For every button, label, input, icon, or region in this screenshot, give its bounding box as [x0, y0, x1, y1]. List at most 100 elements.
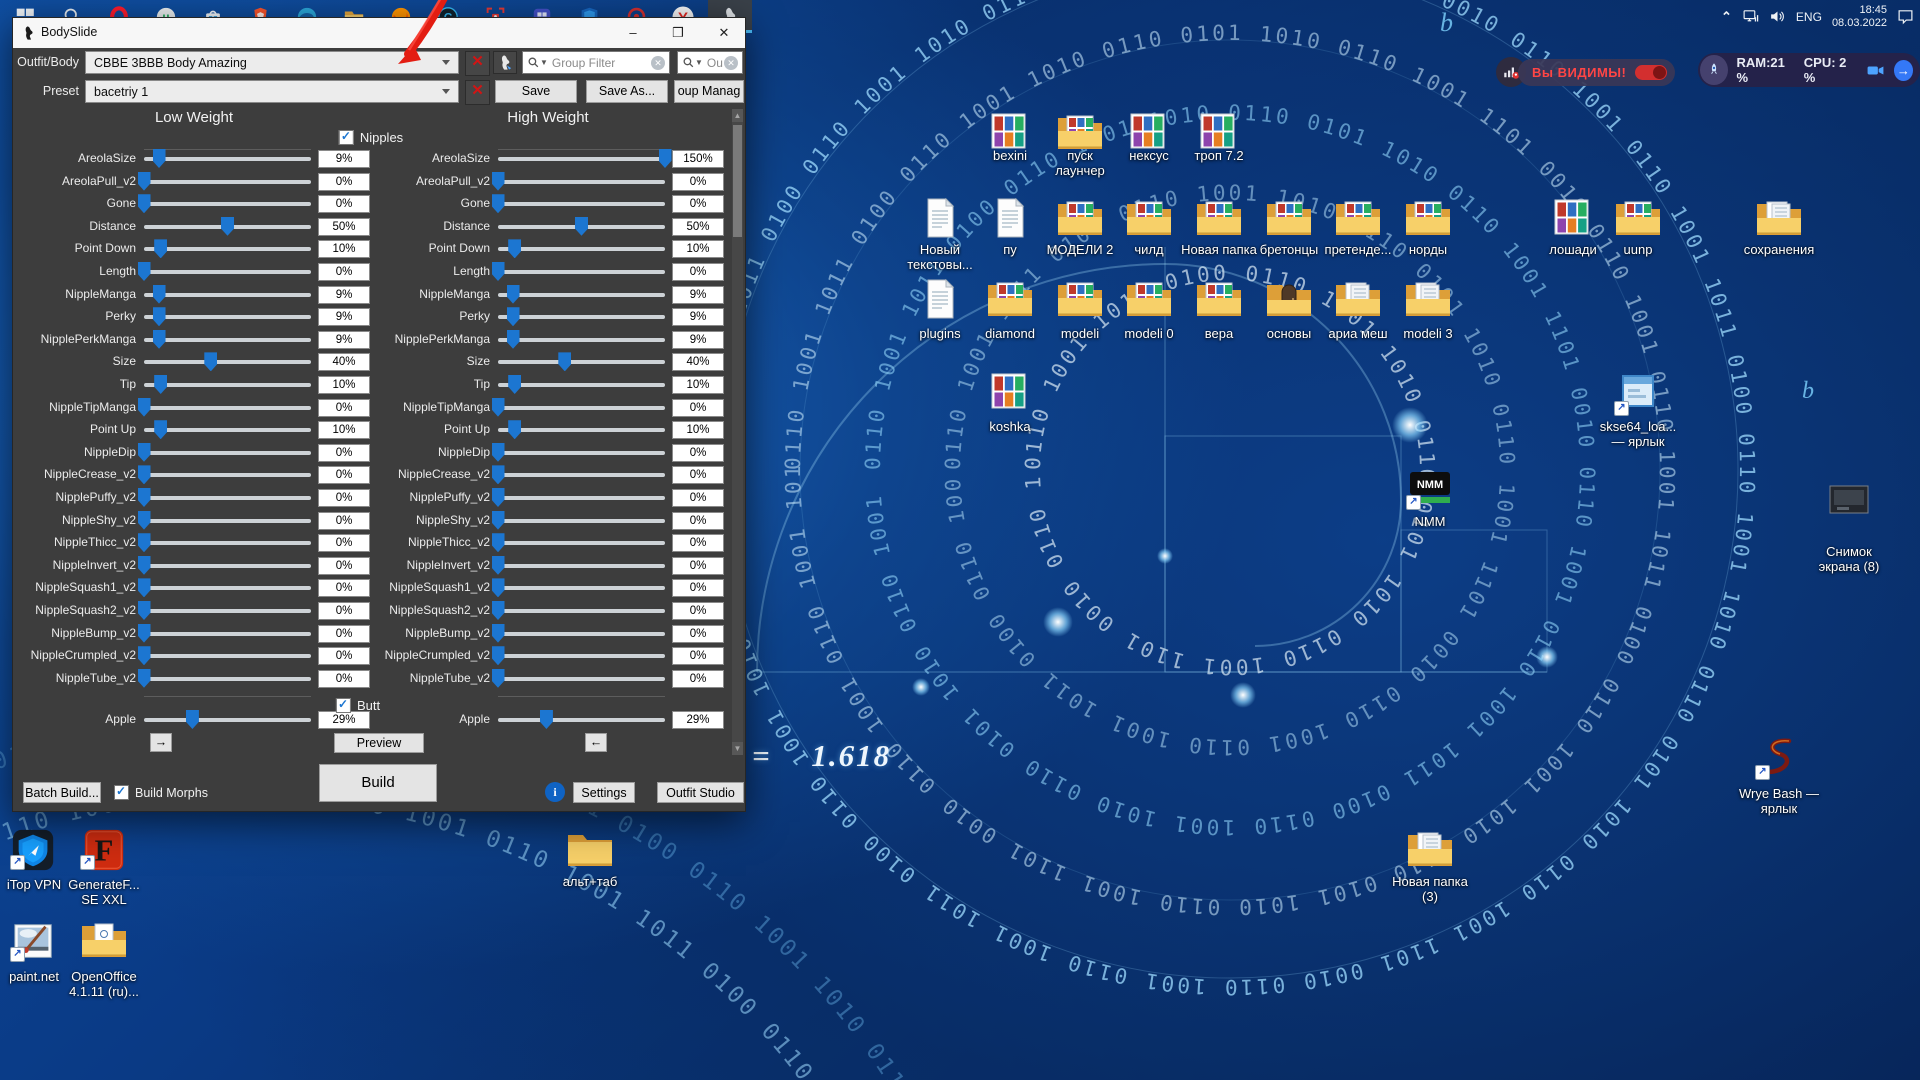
scrollbar-thumb[interactable] [733, 125, 742, 237]
slider-thumb-nipplemanga-low[interactable] [153, 285, 166, 304]
preview-button[interactable]: Preview [334, 733, 424, 753]
slider-thumb-nipplesquash1_v2-low[interactable] [138, 578, 151, 597]
slider-value-nipplebump_v2-low[interactable]: 0% [318, 625, 370, 643]
slider-value-nipplecrease_v2-low[interactable]: 0% [318, 466, 370, 484]
slider-track-apple-high[interactable] [498, 718, 665, 722]
slider-track-nippleperkmanga-high[interactable] [498, 338, 665, 342]
desktop-icon-trop-72[interactable]: троп 7.2 [1177, 112, 1261, 165]
desktop-icon-koshka[interactable]: koshka [968, 372, 1052, 436]
slider-thumb-nipplethicc_v2-low[interactable] [138, 533, 151, 552]
slider-value-areolapull_v2-high[interactable]: 0% [672, 173, 724, 191]
slider-thumb-apple-high[interactable] [540, 710, 553, 729]
slider-thumb-nippledip-high[interactable] [492, 443, 505, 462]
desktop-icon-alt-tab[interactable]: альт+таб [548, 829, 632, 891]
slider-track-gone-high[interactable] [498, 202, 665, 206]
slider-thumb-nipplesquash2_v2-high[interactable] [492, 601, 505, 620]
slider-value-point-up-low[interactable]: 10% [318, 421, 370, 439]
slider-track-nipplesquash2_v2-low[interactable] [144, 609, 311, 613]
desktop-icon-uunp[interactable]: uunp [1596, 198, 1680, 259]
slider-thumb-areolasize-high[interactable] [659, 149, 672, 168]
slider-thumb-nipplepuffy_v2-high[interactable] [492, 488, 505, 507]
slider-track-nippleshy_v2-high[interactable] [498, 519, 665, 523]
slider-value-nipplemanga-high[interactable]: 9% [672, 286, 724, 304]
desktop-icon-screenshot-8[interactable]: Снимокэкрана (8) [1807, 482, 1891, 576]
slider-track-nipplethicc_v2-low[interactable] [144, 541, 311, 545]
slider-track-nippletube_v2-low[interactable] [144, 677, 311, 681]
slider-thumb-nipplecrease_v2-high[interactable] [492, 465, 505, 484]
settings-button[interactable]: Settings [573, 782, 635, 803]
slider-thumb-nipplecrease_v2-low[interactable] [138, 465, 151, 484]
desktop-icon-novaya-papka-3[interactable]: Новая папка(3) [1388, 829, 1472, 906]
overlay-expand-arrow[interactable]: → [1894, 60, 1913, 81]
slider-value-perky-low[interactable]: 9% [318, 308, 370, 326]
scroll-up-icon[interactable]: ▲ [732, 109, 743, 122]
slider-thumb-apple-low[interactable] [186, 710, 199, 729]
slider-value-areolapull_v2-low[interactable]: 0% [318, 173, 370, 191]
checkbox-checked-icon[interactable] [336, 698, 351, 713]
slider-track-nipplecrumpled_v2-high[interactable] [498, 654, 665, 658]
slider-thumb-areolapull_v2-high[interactable] [492, 172, 505, 191]
slider-track-perky-high[interactable] [498, 315, 665, 319]
slider-track-nipplebump_v2-high[interactable] [498, 632, 665, 636]
slider-track-size-high[interactable] [498, 360, 665, 364]
slider-value-nipplebump_v2-high[interactable]: 0% [672, 625, 724, 643]
desktop-icon-sohraneniya[interactable]: сохранения [1737, 198, 1821, 259]
slider-value-nipplecrease_v2-high[interactable]: 0% [672, 466, 724, 484]
slider-track-nippleperkmanga-low[interactable] [144, 338, 311, 342]
slider-track-areolasize-low[interactable] [144, 157, 311, 161]
slider-track-nipplecrease_v2-low[interactable] [144, 473, 311, 477]
scroll-down-icon[interactable]: ▼ [732, 742, 743, 755]
slider-track-areolasize-high[interactable] [498, 157, 665, 161]
slider-track-point-up-high[interactable] [498, 428, 665, 432]
slider-value-nippleshy_v2-high[interactable]: 0% [672, 512, 724, 530]
slider-track-nippledip-low[interactable] [144, 451, 311, 455]
slider-thumb-nippleshy_v2-high[interactable] [492, 511, 505, 530]
slider-track-nipplepuffy_v2-low[interactable] [144, 496, 311, 500]
slider-thumb-perky-low[interactable] [153, 307, 166, 326]
slider-value-size-high[interactable]: 40% [672, 353, 724, 371]
slider-value-apple-low[interactable]: 29% [318, 711, 370, 729]
slider-value-nipplesquash1_v2-low[interactable]: 0% [318, 579, 370, 597]
slider-thumb-perky-high[interactable] [507, 307, 520, 326]
slider-thumb-nippletube_v2-low[interactable] [138, 669, 151, 688]
slider-thumb-distance-high[interactable] [575, 217, 588, 236]
slider-track-nippletipmanga-high[interactable] [498, 406, 665, 410]
slider-track-perky-low[interactable] [144, 315, 311, 319]
slider-track-areolapull_v2-low[interactable] [144, 180, 311, 184]
slider-thumb-tip-high[interactable] [508, 375, 521, 394]
slider-track-nippletube_v2-high[interactable] [498, 677, 665, 681]
slider-track-nipplecrease_v2-high[interactable] [498, 473, 665, 477]
slider-thumb-nippletube_v2-high[interactable] [492, 669, 505, 688]
slider-track-tip-high[interactable] [498, 383, 665, 387]
slider-value-size-low[interactable]: 40% [318, 353, 370, 371]
slider-thumb-point-down-low[interactable] [154, 239, 167, 258]
slider-thumb-nippletipmanga-high[interactable] [492, 398, 505, 417]
slider-track-nipplethicc_v2-high[interactable] [498, 541, 665, 545]
desktop-icon-skse64-shortcut[interactable]: ↗skse64_loa...— ярлык [1596, 374, 1680, 451]
build-morphs-checkbox[interactable]: Build Morphs [114, 785, 208, 800]
slider-track-nippleinvert_v2-high[interactable] [498, 564, 665, 568]
slider-value-nipplecrumpled_v2-low[interactable]: 0% [318, 647, 370, 665]
slider-value-nippledip-high[interactable]: 0% [672, 444, 724, 462]
slider-thumb-length-low[interactable] [138, 262, 151, 281]
slider-track-nipplepuffy_v2-high[interactable] [498, 496, 665, 500]
slider-track-nippleinvert_v2-low[interactable] [144, 564, 311, 568]
slider-thumb-nippleperkmanga-high[interactable] [507, 330, 520, 349]
slider-value-nippleinvert_v2-low[interactable]: 0% [318, 557, 370, 575]
slider-track-point-down-high[interactable] [498, 247, 665, 251]
slider-value-point-down-low[interactable]: 10% [318, 240, 370, 258]
slider-track-nipplemanga-high[interactable] [498, 293, 665, 297]
slider-track-nipplesquash2_v2-high[interactable] [498, 609, 665, 613]
slider-thumb-nippleinvert_v2-low[interactable] [138, 556, 151, 575]
checkbox-checked-icon[interactable] [114, 785, 129, 800]
slider-track-point-up-low[interactable] [144, 428, 311, 432]
slider-value-nipplemanga-low[interactable]: 9% [318, 286, 370, 304]
desktop-icon-nordy[interactable]: норды [1386, 198, 1470, 259]
visibility-toggle[interactable] [1635, 65, 1667, 80]
desktop-icon-generatef[interactable]: F↗GenerateF...SE XXL [62, 828, 146, 909]
slider-track-nipplecrumpled_v2-low[interactable] [144, 654, 311, 658]
slider-track-nippledip-high[interactable] [498, 451, 665, 455]
slider-thumb-size-high[interactable] [558, 352, 571, 371]
slider-value-apple-high[interactable]: 29% [672, 711, 724, 729]
slider-value-gone-high[interactable]: 0% [672, 195, 724, 213]
